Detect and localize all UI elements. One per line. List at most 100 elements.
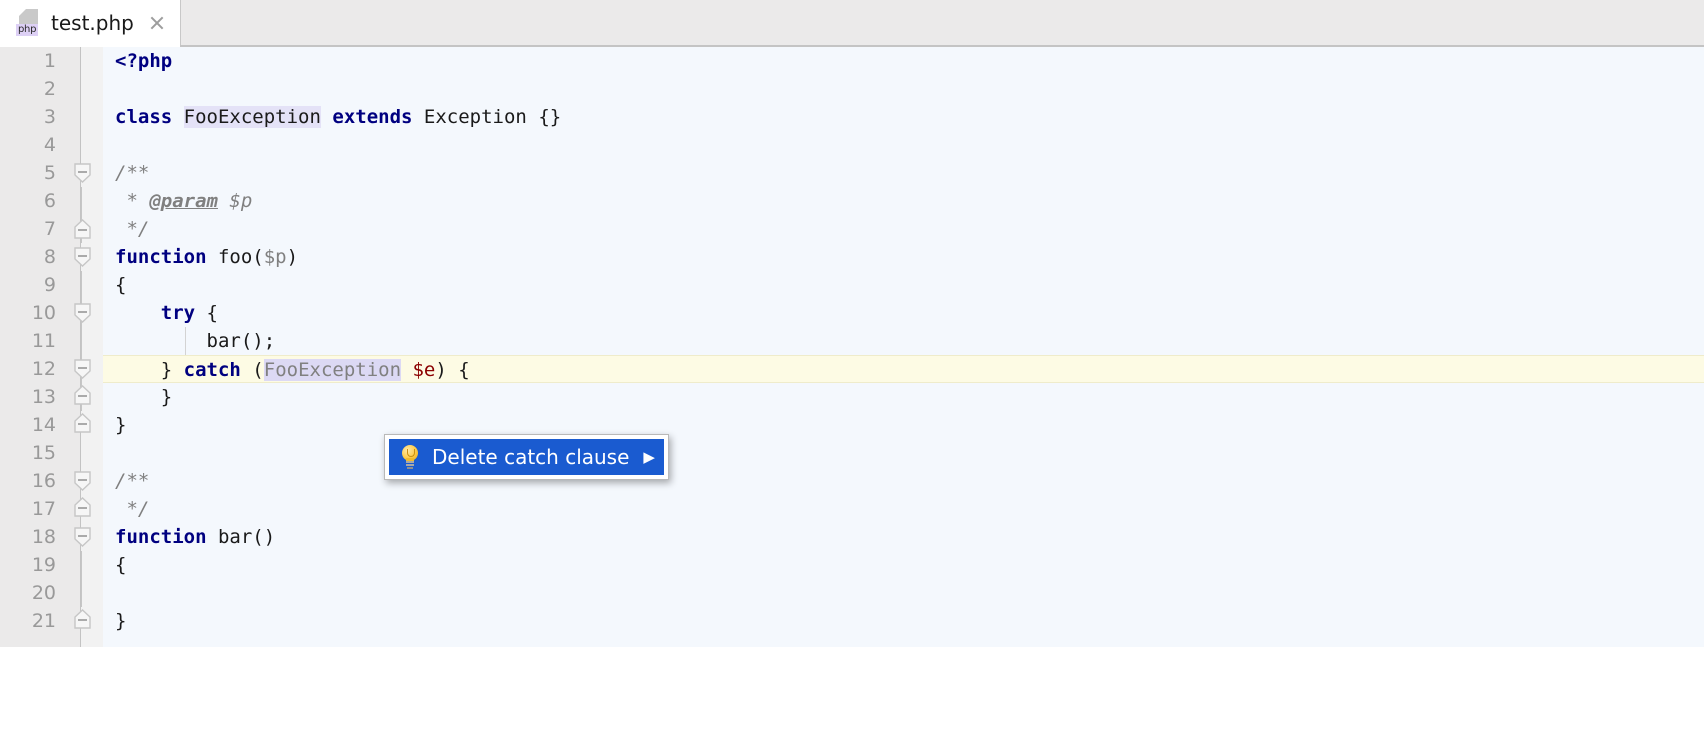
intention-action-item-delete-catch-clause[interactable]: Delete catch clause ▶ bbox=[389, 439, 664, 475]
code-content: */ bbox=[103, 215, 1704, 243]
token-catch-variable: $e bbox=[401, 359, 436, 381]
code-line[interactable]: 5 /** bbox=[0, 159, 1704, 187]
code-content: try { bbox=[103, 299, 1704, 327]
code-line[interactable]: 15 bbox=[0, 439, 1704, 467]
code-line[interactable]: 4 bbox=[0, 131, 1704, 159]
php-file-icon-badge: php bbox=[16, 23, 39, 36]
fold-collapse-end-icon[interactable] bbox=[74, 609, 91, 629]
fold-collapse-icon[interactable] bbox=[74, 527, 91, 547]
fold-column bbox=[68, 187, 103, 215]
fold-collapse-end-icon[interactable] bbox=[74, 497, 91, 517]
code-line[interactable]: 16 /** bbox=[0, 467, 1704, 495]
code-line[interactable]: 20 bbox=[0, 579, 1704, 607]
token-call-bar: bar(); bbox=[206, 330, 276, 352]
code-line[interactable]: 13 } bbox=[0, 383, 1704, 411]
fold-collapse-icon[interactable] bbox=[74, 471, 91, 491]
line-number: 11 bbox=[31, 330, 56, 352]
code-line[interactable]: 18 function bar() bbox=[0, 523, 1704, 551]
fold-column bbox=[68, 215, 103, 243]
code-content: bar(); bbox=[103, 327, 1704, 355]
intention-action-label: Delete catch clause bbox=[432, 445, 630, 469]
token-catch-paren: ( bbox=[240, 359, 264, 381]
code-line[interactable]: 7 */ bbox=[0, 215, 1704, 243]
code-content: } bbox=[103, 411, 1704, 439]
fold-column bbox=[68, 579, 103, 607]
fold-column bbox=[68, 495, 103, 523]
fold-column bbox=[68, 131, 103, 159]
fold-column bbox=[68, 467, 103, 495]
line-number: 6 bbox=[43, 190, 56, 212]
chevron-right-icon[interactable]: ▶ bbox=[643, 450, 655, 465]
editor-tab-test-php[interactable]: php test.php bbox=[0, 0, 181, 47]
code-line[interactable]: 6 * @param $p bbox=[0, 187, 1704, 215]
token-empty-braces: {} bbox=[538, 106, 562, 128]
code-content: } bbox=[103, 383, 1704, 411]
php-file-icon: php bbox=[16, 8, 42, 38]
fold-collapse-icon[interactable] bbox=[74, 247, 91, 267]
line-number: 18 bbox=[31, 526, 56, 548]
token-doc-param-name: $p bbox=[217, 190, 253, 212]
code-line[interactable]: 21 } bbox=[0, 607, 1704, 635]
fold-column bbox=[68, 47, 103, 75]
code-line[interactable]: 17 */ bbox=[0, 495, 1704, 523]
code-line[interactable]: 9 { bbox=[0, 271, 1704, 299]
line-number: 17 bbox=[31, 498, 56, 520]
code-content: /** bbox=[103, 467, 1704, 495]
code-line[interactable]: 19 { bbox=[0, 551, 1704, 579]
code-line[interactable]: 3 class FooException extends Exception {… bbox=[0, 103, 1704, 131]
code-content: * @param $p bbox=[103, 187, 1704, 215]
fold-column bbox=[68, 439, 103, 467]
fold-column bbox=[68, 551, 103, 579]
code-line[interactable]: 8 function foo($p) bbox=[0, 243, 1704, 271]
fold-collapse-icon[interactable] bbox=[74, 359, 91, 379]
fold-shield-down-icon bbox=[74, 247, 91, 267]
fold-column bbox=[68, 383, 103, 411]
token-paren-close: ) bbox=[286, 246, 299, 268]
fold-column bbox=[68, 523, 103, 551]
fold-column bbox=[68, 411, 103, 439]
fold-collapse-end-icon[interactable] bbox=[74, 413, 91, 433]
fold-column bbox=[68, 271, 103, 299]
code-line[interactable]: 10 try { bbox=[0, 299, 1704, 327]
code-content: { bbox=[103, 551, 1704, 579]
code-line-current[interactable]: 12 } catch (FooException $e) { bbox=[0, 355, 1704, 383]
code-line[interactable]: 1 <?php bbox=[0, 47, 1704, 75]
code-line[interactable]: 2 bbox=[0, 75, 1704, 103]
fold-shield-down-icon bbox=[74, 527, 91, 547]
token-param-p: $p bbox=[263, 246, 287, 268]
code-content bbox=[103, 75, 1704, 103]
code-content: } bbox=[103, 607, 1704, 635]
line-number: 3 bbox=[43, 106, 56, 128]
code-line[interactable]: 11 bar(); bbox=[0, 327, 1704, 355]
fold-collapse-end-icon[interactable] bbox=[74, 385, 91, 405]
fold-column bbox=[68, 243, 103, 271]
fold-column bbox=[68, 327, 103, 355]
code-content bbox=[103, 439, 1704, 467]
code-line[interactable]: 14 } bbox=[0, 411, 1704, 439]
fold-shield-down-icon bbox=[74, 471, 91, 491]
line-number: 1 bbox=[43, 50, 56, 72]
fold-shield-down-icon bbox=[74, 303, 91, 323]
code-content bbox=[103, 131, 1704, 159]
line-number: 15 bbox=[31, 442, 56, 464]
token-keyword-class: class bbox=[115, 106, 173, 128]
code-editor[interactable]: 1 <?php 2 3 class FooException extends E… bbox=[0, 47, 1704, 732]
fold-column bbox=[68, 299, 103, 327]
line-number: 5 bbox=[43, 162, 56, 184]
fold-collapse-icon[interactable] bbox=[74, 163, 91, 183]
tab-title: test.php bbox=[51, 10, 134, 35]
code-content: */ bbox=[103, 495, 1704, 523]
code-content: { bbox=[103, 271, 1704, 299]
line-number: 13 bbox=[31, 386, 56, 408]
fold-column bbox=[68, 607, 103, 635]
fold-collapse-end-icon[interactable] bbox=[74, 219, 91, 239]
intention-action-popup[interactable]: Delete catch clause ▶ bbox=[384, 434, 669, 480]
token-class-name-fooexception: FooException bbox=[183, 106, 321, 128]
line-number: 19 bbox=[31, 554, 56, 576]
fold-collapse-icon[interactable] bbox=[74, 303, 91, 323]
close-icon[interactable] bbox=[148, 14, 166, 32]
editor-tab-bar: php test.php bbox=[0, 0, 1704, 47]
token-try-brace: { bbox=[195, 302, 218, 324]
line-number: 9 bbox=[43, 274, 56, 296]
lightbulb-icon bbox=[400, 445, 420, 469]
